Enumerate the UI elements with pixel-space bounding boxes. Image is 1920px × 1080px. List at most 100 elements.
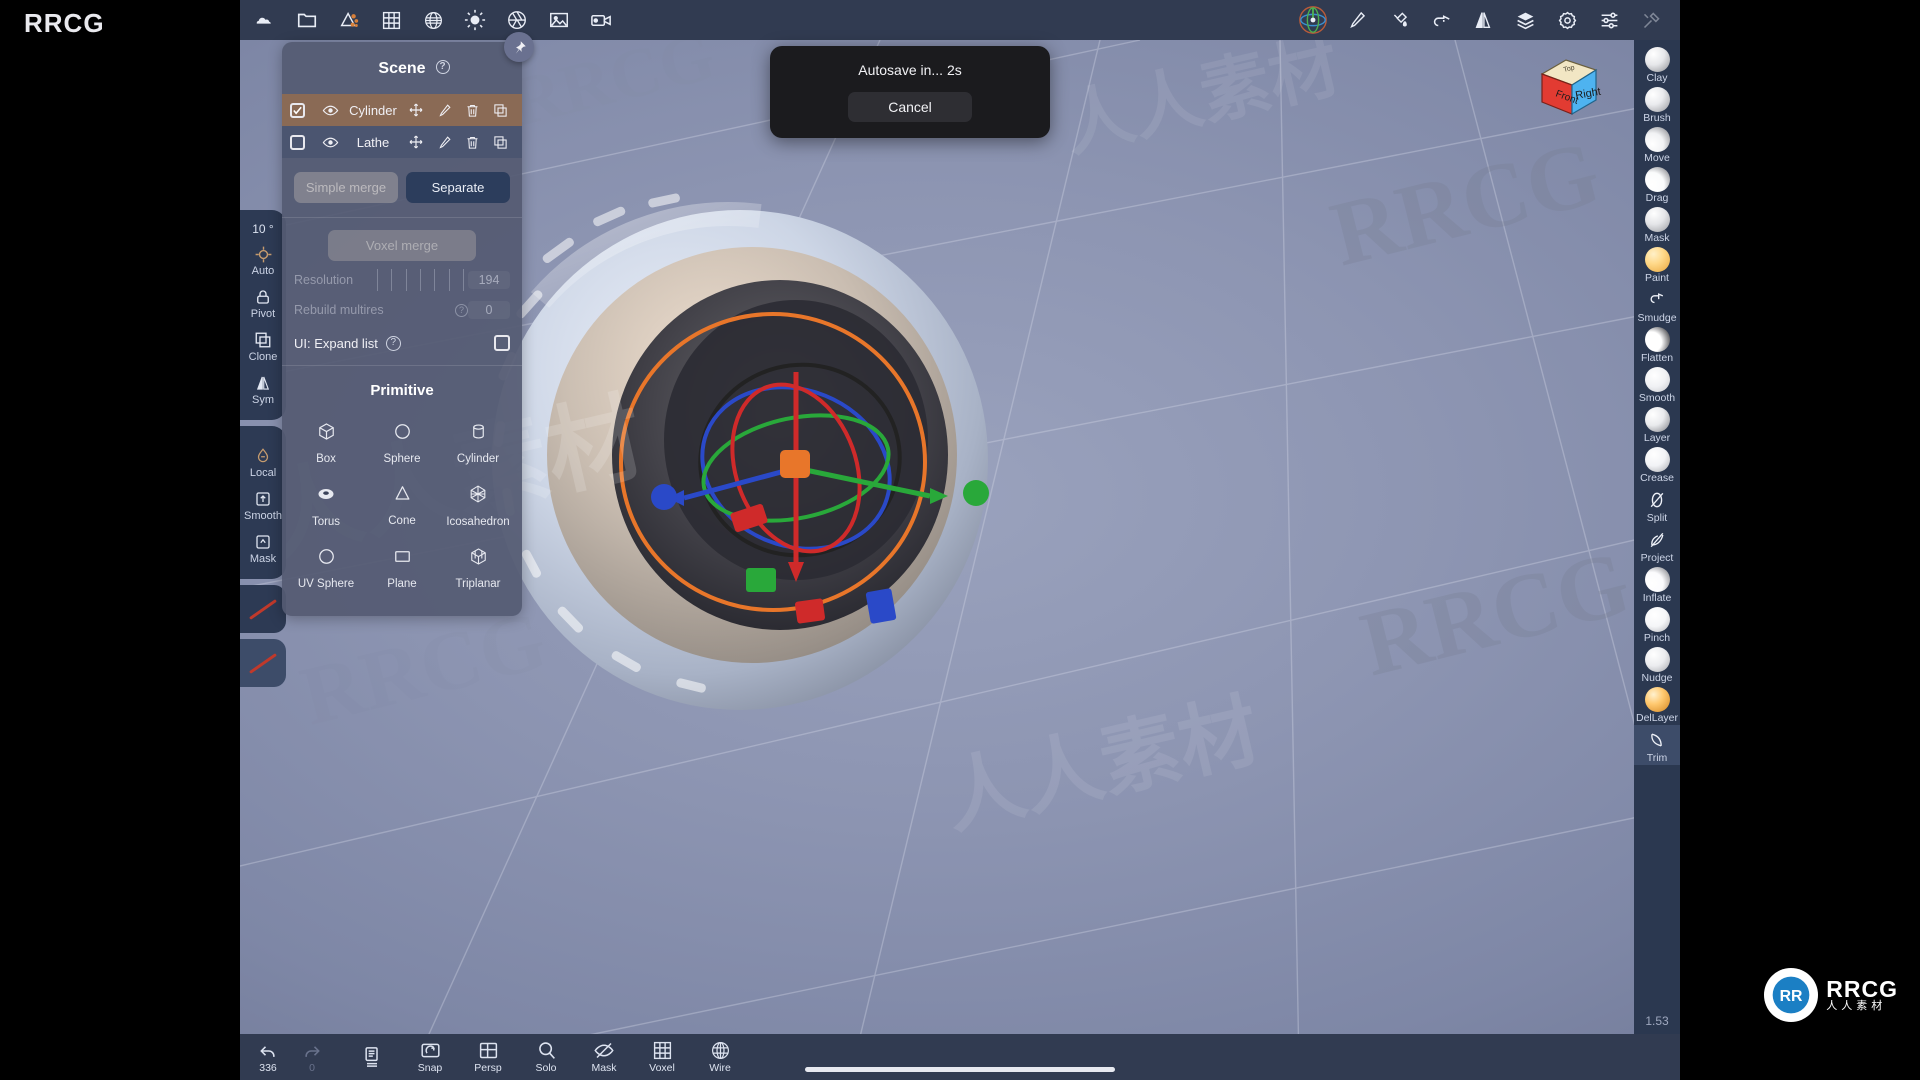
right-tool-mask[interactable]: Mask [1634,205,1680,245]
right-tool-inflate[interactable]: Inflate [1634,565,1680,605]
move-icon[interactable] [402,102,430,118]
video-icon[interactable] [580,0,622,40]
help-icon[interactable]: ? [385,335,401,351]
redo-button[interactable]: 0 [290,1041,334,1074]
left-tool-auto[interactable]: Auto [240,238,286,281]
primitive-triplanar[interactable]: Triplanar [440,538,516,600]
stroke-preview-2[interactable] [240,639,286,687]
list-button[interactable] [350,1045,394,1069]
list-icon [365,1047,378,1067]
smudge-icon[interactable] [1420,0,1462,40]
duplicate-icon[interactable] [486,135,514,150]
help-icon[interactable]: ? [455,303,468,317]
right-tool-smooth[interactable]: Smooth [1634,365,1680,405]
separate-button[interactable]: Separate [406,172,510,203]
undo-button[interactable]: 336 [246,1041,290,1074]
light-icon[interactable] [454,0,496,40]
left-toolbar: 10 ° Auto Pivot Clone Sym Local Smooth M… [240,210,286,693]
primitive-plane[interactable]: Plane [364,538,440,600]
mask-button[interactable]: Mask [582,1040,626,1074]
right-tool-brush[interactable]: Brush [1634,85,1680,125]
solo-button[interactable]: Solo [524,1040,568,1074]
redo-count: 0 [309,1061,315,1074]
right-tool-nudge[interactable]: Nudge [1634,645,1680,685]
snap-button[interactable]: Snap [408,1040,452,1074]
brush-icon[interactable] [1336,0,1378,40]
grid-icon[interactable] [370,0,412,40]
duplicate-icon[interactable] [486,103,514,118]
move-icon[interactable] [402,134,430,150]
wire-button[interactable]: Wire [698,1040,742,1074]
right-tool-smudge[interactable]: Smudge [1634,285,1680,325]
folder-icon[interactable] [286,0,328,40]
solo-label: Solo [535,1062,557,1074]
left-tool-clone[interactable]: Clone [240,324,286,367]
navigation-cube[interactable]: Front Right Top [1530,52,1608,124]
wire-sphere-icon[interactable] [412,0,454,40]
simple-merge-button[interactable]: Simple merge [294,172,398,203]
visibility-eye-icon[interactable] [316,134,344,151]
primitive-cone[interactable]: Cone [364,475,440,538]
paint-bucket-icon[interactable] [1378,0,1420,40]
gizmo-icon[interactable] [1290,0,1336,40]
rebuild-multires-value[interactable]: 0 [468,301,510,319]
object-checkbox[interactable] [290,134,305,150]
primitive-box[interactable]: Box [288,413,364,475]
gear-icon[interactable] [1546,0,1588,40]
left-tool-pivot[interactable]: Pivot [240,281,286,324]
right-tool-crease[interactable]: Crease [1634,445,1680,485]
visibility-eye-icon[interactable] [316,102,344,119]
primitive-cylinder[interactable]: Cylinder [440,413,516,475]
expand-list-checkbox[interactable] [494,335,510,351]
primitive-icosahedron[interactable]: Icosahedron [440,475,516,538]
primitive-torus[interactable]: Torus [288,475,364,538]
right-tool-clay[interactable]: Clay [1634,45,1680,85]
edit-icon[interactable] [430,135,458,150]
left-tool-mask[interactable]: Mask [240,526,286,569]
cancel-button[interactable]: Cancel [848,92,972,122]
cloud-icon[interactable] [244,0,286,40]
expand-list-row[interactable]: UI: Expand list ? [282,325,522,365]
wire-label: Wire [709,1062,731,1074]
home-indicator[interactable] [805,1067,1115,1072]
right-tool-move[interactable]: Move [1634,125,1680,165]
scene-object-row-lathe[interactable]: Lathe [282,126,522,158]
image-icon[interactable] [538,0,580,40]
right-tool-drag[interactable]: Drag [1634,165,1680,205]
layers-icon[interactable] [1504,0,1546,40]
right-tool-project[interactable]: Project [1634,525,1680,565]
sliders-icon[interactable] [1588,0,1630,40]
right-tool-paint[interactable]: Paint [1634,245,1680,285]
primitive-uv-sphere[interactable]: UV Sphere [288,538,364,600]
right-tool-pinch[interactable]: Pinch [1634,605,1680,645]
left-tool-local[interactable]: Local [240,440,286,483]
object-checkbox[interactable] [290,102,305,118]
rebuild-multires-slider[interactable]: Rebuild multires ? 0 [282,295,522,325]
right-tool-label: Split [1646,512,1668,524]
persp-button[interactable]: Persp [466,1040,510,1074]
sculpt-node-icon[interactable] [328,0,370,40]
scene-object-row-cylinder[interactable]: Cylinder [282,94,522,126]
primitive-sphere[interactable]: Sphere [364,413,440,475]
resolution-value[interactable]: 194 [468,271,510,289]
symmetry-icon[interactable] [1462,0,1504,40]
edit-icon[interactable] [430,103,458,118]
tools-icon[interactable] [1630,0,1672,40]
right-tool-split[interactable]: Split [1634,485,1680,525]
triplanar-icon [469,547,488,571]
left-tool-sym[interactable]: Sym [240,367,286,410]
voxel-merge-button[interactable]: Voxel merge [328,230,476,261]
right-tool-flatten[interactable]: Flatten [1634,325,1680,365]
resolution-slider[interactable]: Resolution 194 [282,265,522,295]
left-tool-smooth[interactable]: Smooth [240,483,286,526]
stroke-preview-1[interactable] [240,585,286,633]
right-tool-layer[interactable]: Layer [1634,405,1680,445]
snap-angle-value[interactable]: 10 ° [240,216,286,238]
delete-icon[interactable] [458,135,486,150]
help-icon[interactable]: ? [435,60,450,74]
right-tool-trim[interactable]: Trim [1634,725,1680,765]
right-tool-dellayer[interactable]: DelLayer [1634,685,1680,725]
svg-text:RR: RR [1780,988,1803,1005]
delete-icon[interactable] [458,103,486,118]
voxel-button[interactable]: Voxel [640,1040,684,1074]
